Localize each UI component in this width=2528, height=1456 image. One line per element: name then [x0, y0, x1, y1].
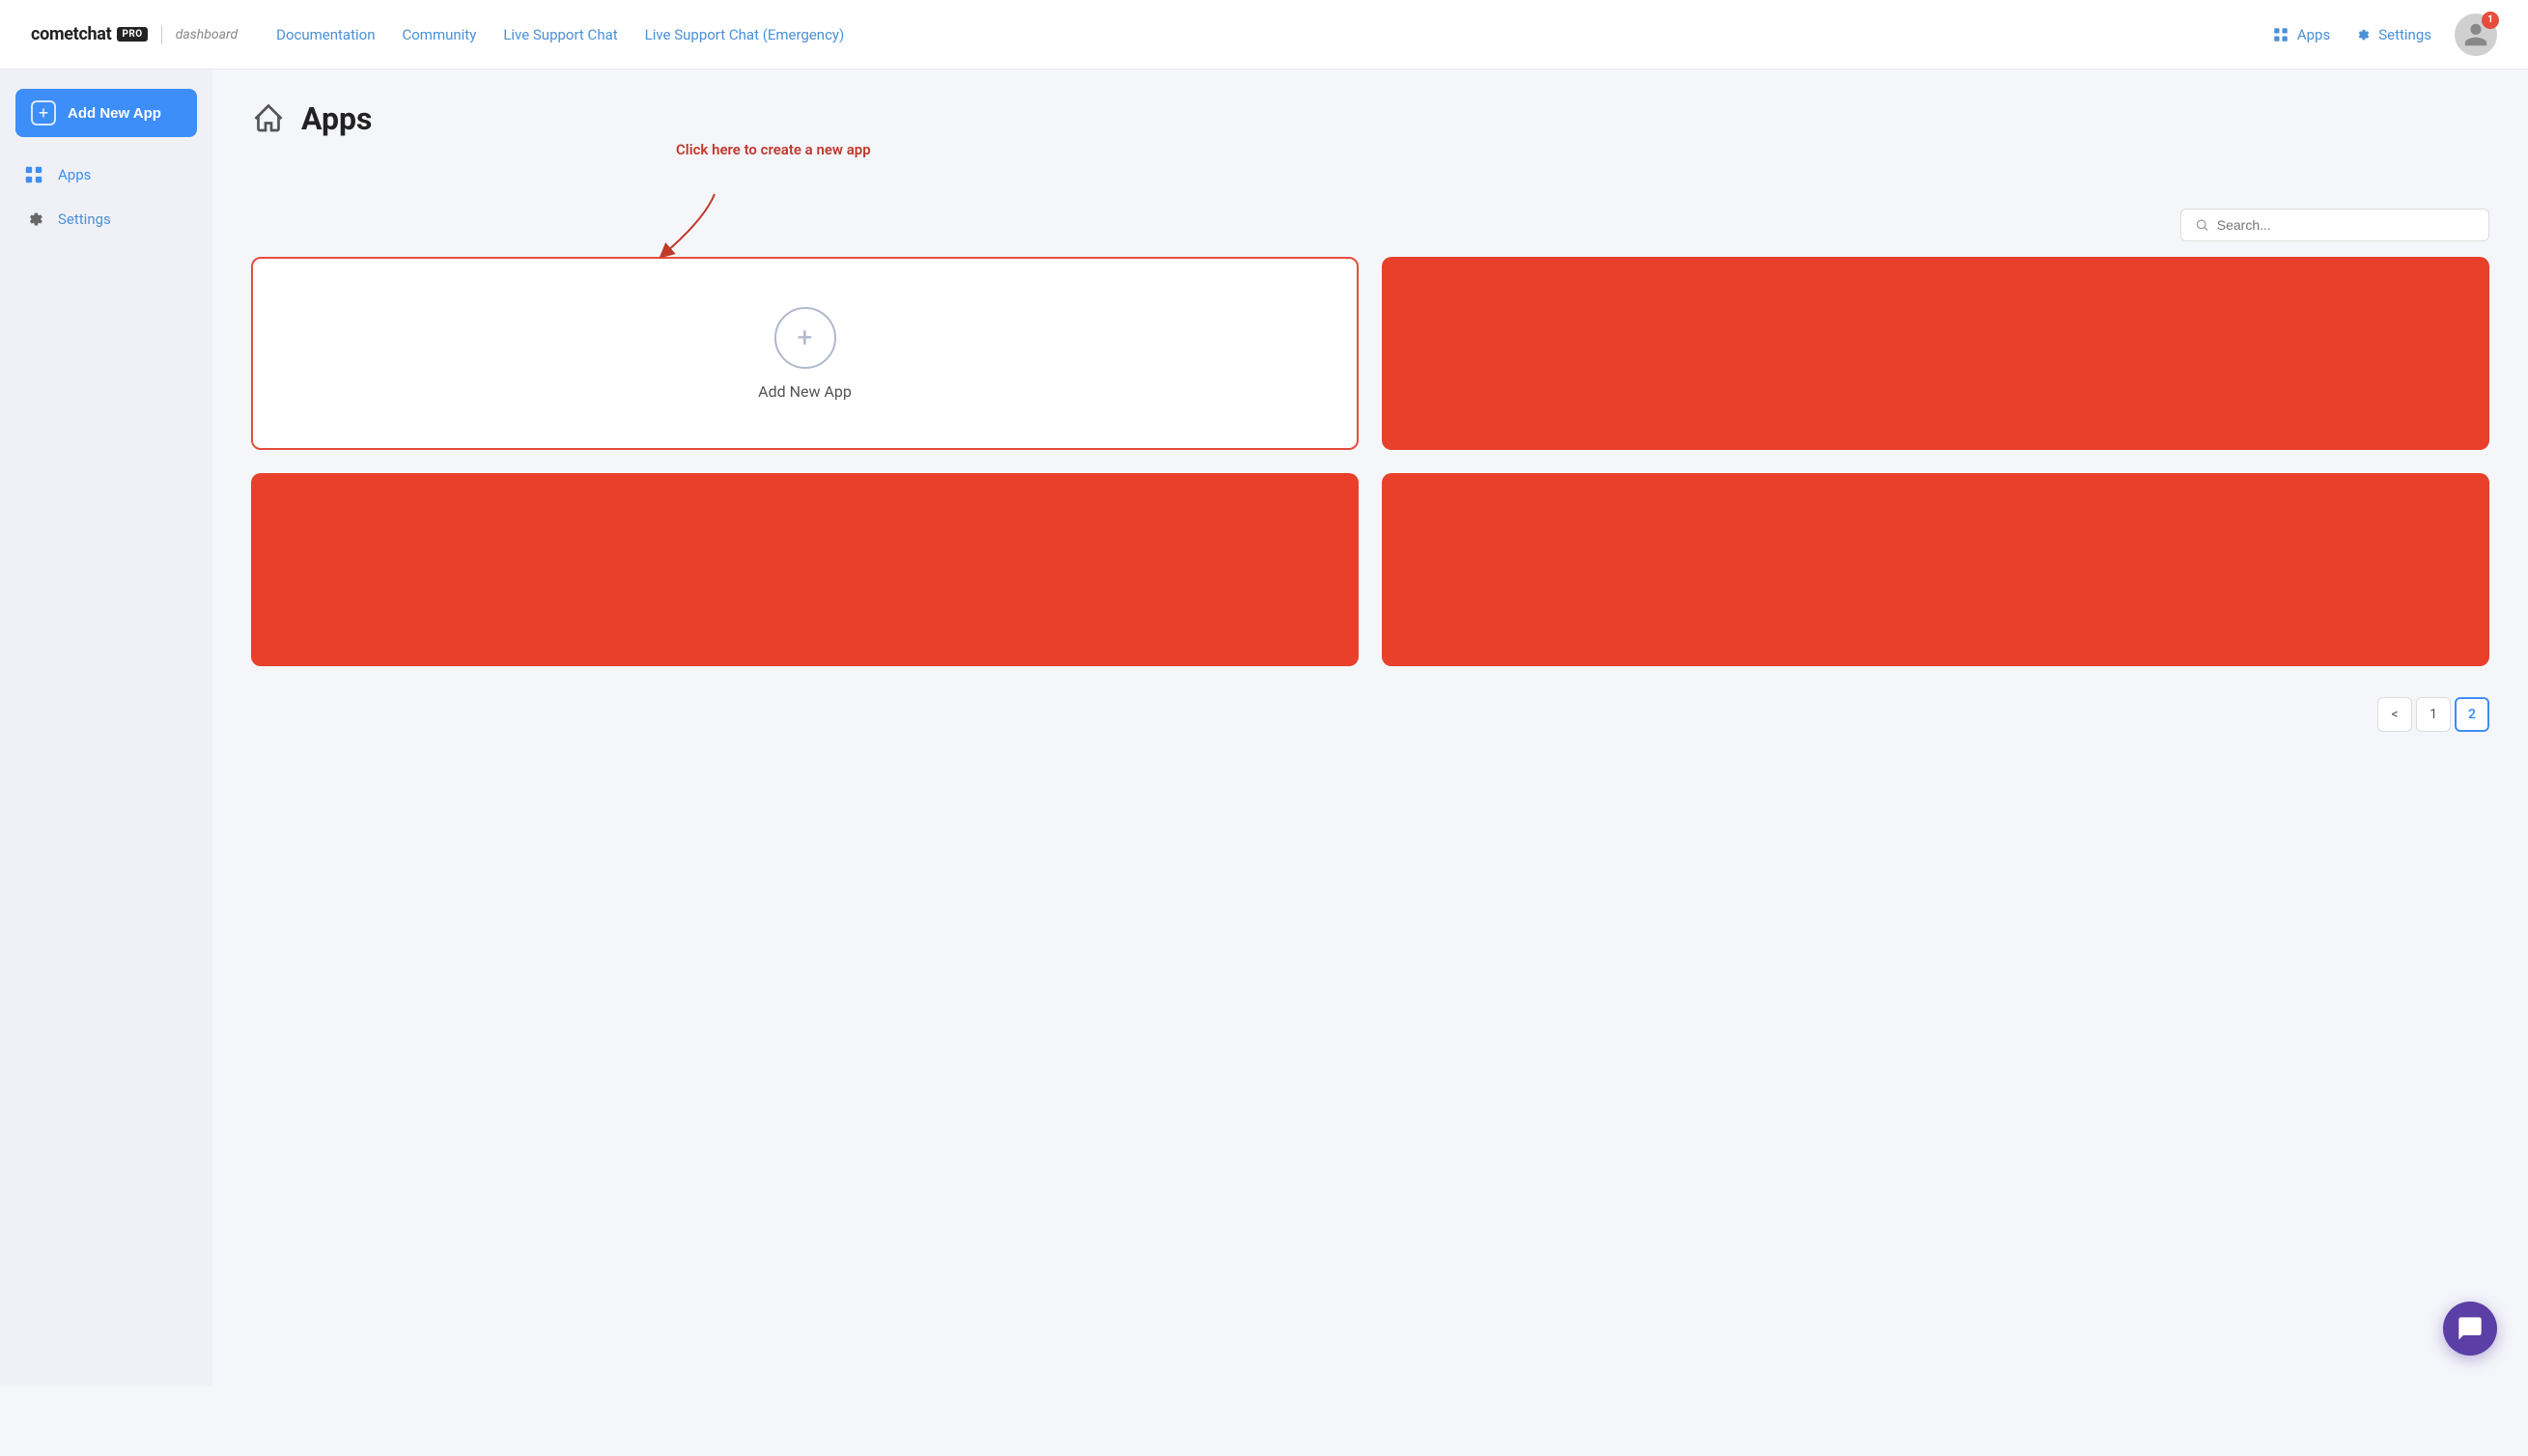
header-apps-label: Apps [2297, 26, 2330, 43]
page-title: Apps [301, 100, 372, 137]
settings-icon [23, 209, 44, 230]
home-icon [251, 101, 286, 136]
search-icon [2195, 217, 2209, 233]
logo-pro-badge: PRO [117, 27, 147, 42]
add-new-app-button[interactable]: + Add New App [15, 89, 197, 137]
nav-live-support-emergency[interactable]: Live Support Chat (Emergency) [645, 26, 845, 43]
pagination: < 1 2 [251, 697, 2489, 732]
search-bar[interactable] [2180, 209, 2489, 241]
main-content: Apps Click here to create a new app [212, 70, 2528, 1386]
header-apps-link[interactable]: Apps [2272, 26, 2330, 43]
header-nav: Documentation Community Live Support Cha… [276, 26, 2272, 43]
header: cometchat PRO dashboard Documentation Co… [0, 0, 2528, 70]
logo-dashboard: dashboard [176, 27, 238, 42]
pagination-page-2[interactable]: 2 [2455, 697, 2489, 732]
search-input[interactable] [2217, 217, 2475, 233]
avatar-badge: 1 [2482, 12, 2499, 29]
sidebar: + Add New App Apps Settings [0, 70, 212, 1386]
nav-community[interactable]: Community [402, 26, 476, 43]
pagination-page-1[interactable]: 1 [2416, 697, 2451, 732]
apps-grid-icon [2272, 26, 2289, 43]
header-settings-label: Settings [2378, 26, 2431, 43]
page-header: Apps [251, 100, 2489, 137]
sidebar-apps-label: Apps [58, 166, 91, 183]
search-bar-wrapper [251, 209, 2489, 241]
layout: + Add New App Apps Settings [0, 70, 2528, 1386]
app-grid: + Add New App [251, 257, 2489, 666]
sidebar-item-apps[interactable]: Apps [0, 153, 212, 197]
chat-bubble-icon [2457, 1315, 2484, 1342]
avatar-container[interactable]: 1 [2455, 14, 2497, 56]
logo-divider [161, 25, 162, 44]
nav-live-support-chat[interactable]: Live Support Chat [503, 26, 617, 43]
header-right: Apps Settings 1 [2272, 14, 2497, 56]
sidebar-settings-label: Settings [58, 210, 111, 228]
add-new-app-card[interactable]: + Add New App [251, 257, 1359, 450]
app-card-2[interactable] [1382, 257, 2489, 450]
pagination-prev[interactable]: < [2377, 697, 2412, 732]
logo-name: cometchat [31, 24, 111, 44]
add-new-app-label: Add New App [68, 105, 161, 122]
annotation-text: Click here to create a new app [676, 141, 871, 160]
sidebar-item-settings[interactable]: Settings [0, 197, 212, 241]
chat-bubble-button[interactable] [2443, 1302, 2497, 1356]
logo[interactable]: cometchat PRO dashboard [31, 24, 238, 44]
add-card-label: Add New App [758, 382, 852, 401]
app-card-4[interactable] [1382, 473, 2489, 666]
nav-documentation[interactable]: Documentation [276, 26, 375, 43]
header-settings-link[interactable]: Settings [2353, 26, 2431, 43]
annotation-container: Click here to create a new app [251, 160, 2489, 209]
apps-icon [23, 164, 44, 185]
plus-icon: + [31, 100, 56, 126]
header-settings-icon [2353, 26, 2371, 43]
add-circle-icon: + [774, 307, 836, 369]
app-card-3[interactable] [251, 473, 1359, 666]
